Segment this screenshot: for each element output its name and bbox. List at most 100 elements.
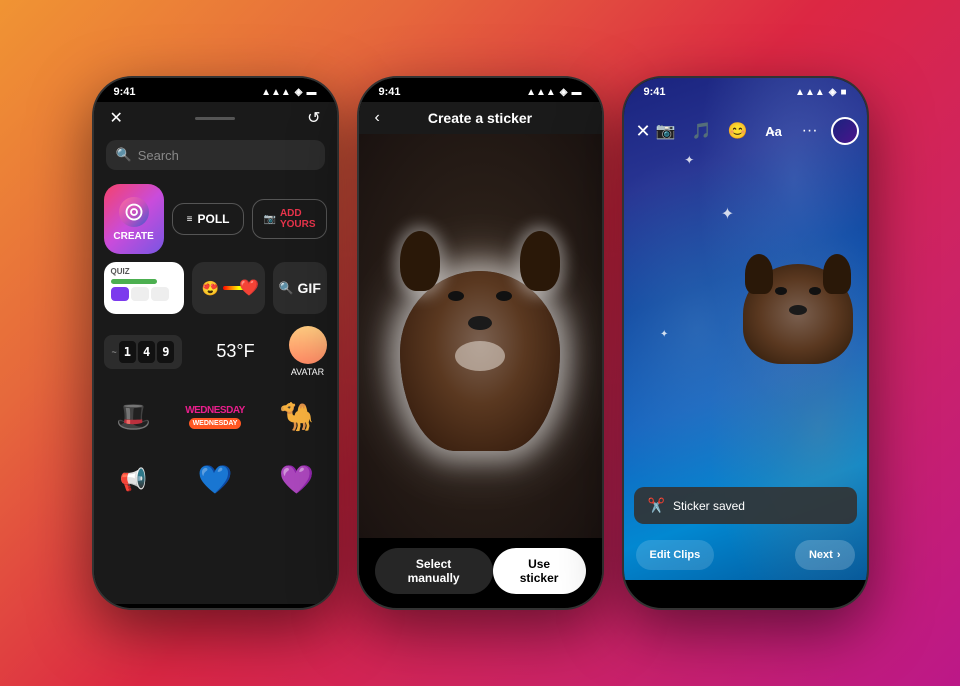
camel-emoji: 🐪 <box>267 389 327 444</box>
close-icon[interactable]: ✕ <box>110 108 123 128</box>
stickers-row-4: 🎩 WEDNESDAY WEDNESDAY 🐪 <box>104 389 327 444</box>
countdown-digit-2: 4 <box>138 341 155 363</box>
quiz-progress-bar <box>111 279 157 284</box>
quiz-sticker[interactable]: QUIZ <box>104 262 184 314</box>
music-tool-icon[interactable]: 🎵 <box>687 116 717 146</box>
sticker-saved-text: Sticker saved <box>673 499 745 513</box>
text-tool-icon[interactable]: Aa <box>759 116 789 146</box>
temperature-sticker[interactable]: 53°F <box>208 341 262 362</box>
battery-icon: ▬ <box>307 87 317 98</box>
status-icons-1: ▲▲▲ ◈ ▬ <box>261 87 316 98</box>
stickers-grid: CREATE ≡ POLL 📷 ADD YOURS QUIZ <box>94 176 337 515</box>
countdown-tilde: ~ <box>112 347 117 357</box>
sticker-eye-right <box>809 287 821 295</box>
status-bar-2: 9:41 ▲▲▲ ◈ ▬ <box>359 78 602 102</box>
poll-lines-icon: ≡ <box>187 214 193 225</box>
quiz-options <box>111 287 177 301</box>
status-icons-2: ▲▲▲ ◈ ▬ <box>526 87 581 98</box>
temp-value: 53°F <box>216 341 254 361</box>
dog-chest <box>455 341 505 371</box>
battery-icon-3: ■ <box>840 87 846 98</box>
avatar-tool[interactable] <box>831 117 859 145</box>
slider-thumb: ❤️ <box>239 278 259 298</box>
next-label: Next <box>809 549 833 561</box>
camera-tool-icon[interactable]: 📷 <box>651 116 681 146</box>
quiz-opt-2 <box>131 287 149 301</box>
camel-sticker[interactable]: 🐪 <box>267 389 327 444</box>
create-sticker-title: Create a sticker <box>428 110 532 126</box>
dog-photo-background <box>359 134 602 538</box>
countdown-sticker[interactable]: ~ 1 4 9 <box>104 335 183 369</box>
battery-icon-2: ▬ <box>572 87 582 98</box>
sticker-menu: ✕ ↺ 🔍 Search CREATE <box>94 102 337 604</box>
wednesday-label: WEDNESDAY <box>185 405 245 416</box>
close-story-icon[interactable]: ✕ <box>636 121 651 142</box>
use-sticker-label: Use sticker <box>520 557 559 585</box>
search-bar[interactable]: 🔍 Search <box>106 140 325 170</box>
story-footer: Edit Clips Next › <box>624 530 867 580</box>
sparkle-3: ✦ <box>721 204 734 224</box>
blue-heart-sticker[interactable]: 💙 <box>185 452 245 507</box>
gif-label: GIF <box>298 280 321 296</box>
back-button[interactable]: ‹ <box>375 109 380 127</box>
story-background: ✦ ✦ ✦ ✦ ✕ 📷 🎵 😊 Aa ··· <box>624 78 867 580</box>
gif-sticker[interactable]: 🔍 GIF <box>273 262 327 314</box>
emoji-icon: 😍 <box>202 280 219 297</box>
avatar-sticker[interactable]: AVATAR <box>289 326 327 377</box>
dog-sticker-content <box>733 254 863 364</box>
add-yours-label: ADD YOURS <box>280 208 316 230</box>
dog-face <box>430 281 530 361</box>
countdown-digit-3: 9 <box>157 341 174 363</box>
search-icon: 🔍 <box>116 147 132 163</box>
sticker-saved-notification: ✂️ Sticker saved <box>634 487 857 524</box>
stickers-row-1: CREATE ≡ POLL 📷 ADD YOURS <box>104 184 327 254</box>
edit-clips-button[interactable]: Edit Clips <box>636 540 715 570</box>
countdown-digit-1: 1 <box>119 341 136 363</box>
signal-icon-2: ▲▲▲ <box>526 87 556 98</box>
stickers-row-2: QUIZ 😍 ❤️ 🔍 GIF <box>104 262 327 314</box>
avatar-face <box>289 326 327 364</box>
sparkle-4: ✦ <box>660 329 668 340</box>
create-icon-circle <box>119 197 149 227</box>
dog-photo-area <box>359 134 602 538</box>
use-sticker-button[interactable]: Use sticker <box>493 548 586 594</box>
dog-eye-right <box>496 291 512 301</box>
search-placeholder: Search <box>138 148 179 163</box>
select-manually-label: Select manually <box>408 557 460 585</box>
signal-icon: ▲▲▲ <box>261 87 291 98</box>
create-sticker[interactable]: CREATE <box>104 184 164 254</box>
purple-heart-sticker[interactable]: 💜 <box>267 452 327 507</box>
dog-eye-left <box>448 291 464 301</box>
phone-3: 9:41 ▲▲▲ ◈ ■ ✦ ✦ ✦ ✦ ✕ 📷 🎵 😊 Aa ··· <box>622 76 869 610</box>
scissors-icon: ✂️ <box>648 497 665 514</box>
wifi-icon-3: ◈ <box>829 87 837 98</box>
add-yours-sticker[interactable]: 📷 ADD YOURS <box>252 199 326 239</box>
stickers-row-3: ~ 1 4 9 53°F AVATAR <box>104 322 327 381</box>
quiz-opt-3 <box>151 287 169 301</box>
edit-clips-label: Edit Clips <box>650 549 701 561</box>
wednesday-sticker[interactable]: WEDNESDAY WEDNESDAY <box>185 405 245 429</box>
avatar-label: AVATAR <box>291 367 324 377</box>
pirate-hat-sticker[interactable]: 🎩 <box>104 389 164 444</box>
dog-sticker-placed[interactable] <box>733 254 863 364</box>
time-3: 9:41 <box>644 86 666 98</box>
dog-nose <box>468 316 492 330</box>
wifi-icon-2: ◈ <box>560 87 568 98</box>
drag-handle <box>195 117 235 120</box>
next-button[interactable]: Next › <box>795 540 855 570</box>
quiz-opt-1 <box>111 287 129 301</box>
create-sticker-screen: ‹ Create a sticker <box>359 102 602 604</box>
sticker-nose <box>789 305 807 315</box>
sticker-tool-icon[interactable]: 😊 <box>723 116 753 146</box>
select-manually-button[interactable]: Select manually <box>375 548 493 594</box>
phone1-header: ✕ ↺ <box>94 102 337 134</box>
stickers-row-5: 📢 💙 💜 <box>104 452 327 507</box>
next-chevron-icon: › <box>837 549 841 561</box>
sound-on-sticker[interactable]: 📢 <box>104 452 164 507</box>
poll-sticker[interactable]: ≡ POLL <box>172 203 245 235</box>
more-tool-icon[interactable]: ··· <box>795 116 825 146</box>
story-editor-screen: ✦ ✦ ✦ ✦ ✕ 📷 🎵 😊 Aa ··· <box>624 78 867 580</box>
phone2-footer: Select manually Use sticker <box>359 538 602 604</box>
emoji-slider-sticker[interactable]: 😍 ❤️ <box>192 262 266 314</box>
refresh-icon[interactable]: ↺ <box>307 108 320 128</box>
